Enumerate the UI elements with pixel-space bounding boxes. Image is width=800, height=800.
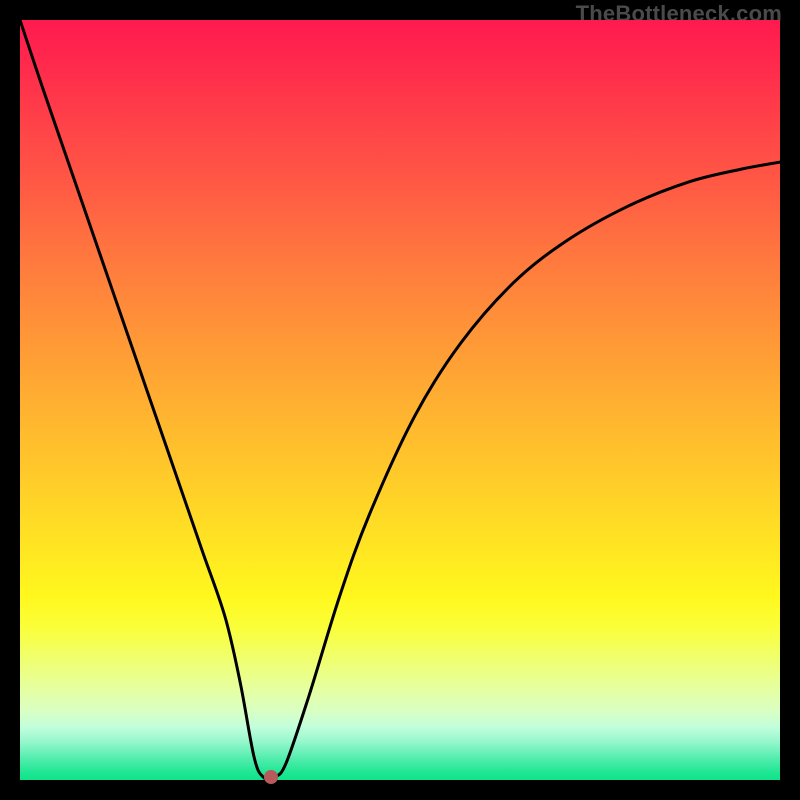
plot-area xyxy=(20,20,780,780)
bottleneck-curve xyxy=(20,20,780,780)
chart-frame: TheBottleneck.com xyxy=(0,0,800,800)
minimum-marker xyxy=(264,770,278,784)
